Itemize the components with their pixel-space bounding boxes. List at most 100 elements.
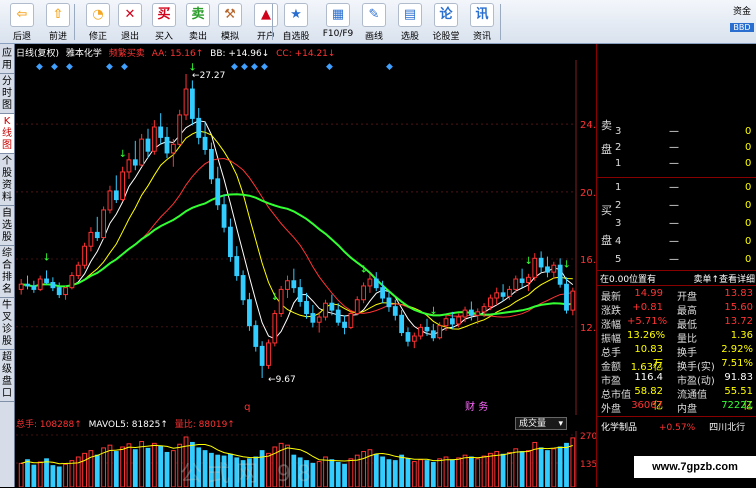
industry-row[interactable]: 化学制品 +0.57% 四川北行: [601, 420, 753, 433]
buy-signal-arrow: ↓: [524, 256, 532, 267]
toolbar-button-9[interactable]: ▦ F10/F9: [320, 2, 356, 42]
sidebar-tab-char: 叉: [2, 312, 12, 323]
candle-body: [354, 299, 360, 315]
detail-tab[interactable]: 卖单↑查看详细: [693, 272, 755, 285]
event-marker-q[interactable]: q: [244, 402, 250, 413]
sell-label: 卖盘: [601, 119, 612, 156]
volume-bar: [44, 458, 49, 487]
quote-label: 流通值: [677, 390, 707, 401]
sell-volume: 0: [745, 158, 752, 169]
toolbar-label-13: 资讯: [472, 32, 491, 42]
volume-bar: [323, 456, 328, 487]
account-button[interactable]: 资金 BBD: [730, 2, 754, 42]
sidebar-tab-5[interactable]: 综合排名: [0, 246, 14, 298]
candle-body: [202, 136, 208, 150]
candle-body: [411, 335, 417, 342]
toolbar-icon-11: ▤: [398, 3, 422, 27]
sell-level: 1: [615, 158, 622, 169]
toolbar-button-10[interactable]: ✎ 画线: [356, 2, 392, 42]
sidebar-tab-char: K: [3, 116, 11, 127]
sidebar-tab-char: 应: [2, 48, 12, 59]
quote-value: 72221: [721, 400, 753, 411]
toolbar-button-6[interactable]: ⚒ 模拟: [212, 2, 248, 42]
volume-bar: [373, 453, 379, 487]
sidebar-tab-char: 料: [2, 192, 12, 203]
quote-panel: 卖盘 3—0 2—0 1—0 买盘 1—0 2—0 3—0 4—0 5—0 在0.00位置有 卖单↑查…: [596, 44, 756, 487]
candle-body: [513, 278, 519, 290]
sidebar-tab-7[interactable]: 超级盘口: [0, 350, 14, 402]
volume-total: 总手: 108288↑: [16, 420, 82, 430]
volume-bar: [69, 460, 75, 487]
event-label-finance[interactable]: 财 务: [465, 400, 488, 413]
toolbar-button-13[interactable]: 讯资讯: [464, 2, 500, 42]
signal-marker: ◆: [121, 62, 128, 72]
candle-body: [475, 311, 481, 316]
sidebar-tab-4[interactable]: 自选股: [0, 206, 14, 246]
quote-label: 开盘: [677, 292, 697, 303]
toolbar-button-3[interactable]: ✕ 退出: [112, 2, 148, 42]
toolbar-label-11: 选股: [400, 32, 419, 42]
candle-body: [481, 306, 487, 313]
candle-body: [266, 342, 271, 366]
quote-value: 116.4: [634, 372, 663, 383]
sidebar-tab-char: 股: [2, 168, 12, 179]
sell-level: 2: [615, 142, 622, 153]
buy-signal-arrow: ↓: [562, 259, 570, 270]
candle-body: [183, 88, 189, 116]
sell-level: 3: [615, 126, 622, 137]
candle-body: [75, 264, 81, 277]
toolbar-button-5[interactable]: 卖卖出: [180, 2, 216, 42]
toolbar: ⇦ 后退 ⇧ 前进 ◔ 修正 ✕ 退出买买入卖卖出 ⚒ 模拟 ▲ 开户 ★ 自选股 ▦ F10/F9 ✎ 画线 ▤ 选…: [0, 0, 756, 44]
candle-body: [259, 345, 265, 366]
sidebar-tab-char: 排: [2, 272, 12, 283]
quote-value: 2.92%: [721, 344, 753, 355]
candle-body: [380, 287, 386, 299]
sidebar-tab-char: 综: [2, 248, 12, 259]
candle-body: [424, 326, 430, 332]
candle-body: [316, 316, 322, 323]
candle-body: [50, 281, 56, 289]
indicator-name[interactable]: 频繁买卖: [109, 49, 145, 59]
volume-bar: [481, 455, 487, 487]
volume-bar: [18, 462, 24, 487]
sidebar-tab-6[interactable]: 牛叉诊股: [0, 298, 14, 350]
toolbar-button-0[interactable]: ⇦ 后退: [4, 2, 40, 42]
volume-bar: [545, 450, 550, 487]
sidebar-tab-3[interactable]: 个股资料: [0, 154, 14, 206]
volume-bar: [386, 459, 392, 487]
toolbar-icon-0: ⇦: [10, 3, 34, 27]
toolbar-button-2[interactable]: ◔ 修正: [80, 2, 116, 42]
position-row: 在0.00位置有 卖单↑查看详细: [597, 270, 756, 286]
volume-ratio: 量比: 88019↑: [174, 420, 235, 430]
quote-row: 总手 10.83万 换手 2.92%: [601, 344, 753, 370]
candlestick-chart[interactable]: 24.3720.4416.5612.63◆◆◆◆◆◆◆◆◆◆◆↓↓↓↓↓↓↓↓←…: [16, 60, 596, 415]
quote-row: 总市值 58.82亿 流通值 55.51亿: [601, 386, 753, 412]
volume-bar: [50, 465, 56, 487]
sidebar-tab-char: 图: [2, 140, 12, 151]
volume-bar: [25, 459, 30, 487]
sell-volume: 0: [745, 126, 752, 137]
sidebar-tab-0[interactable]: 应用: [0, 46, 14, 74]
toolbar-button-12[interactable]: 论论股堂: [428, 2, 464, 42]
volume-bar: [113, 451, 119, 487]
volume-dropdown-label: 成交量: [519, 419, 547, 429]
volume-bar: [551, 448, 557, 487]
toolbar-icon-8: ★: [284, 3, 308, 27]
watermark: www.7gpzb.com: [634, 456, 756, 478]
volume-dropdown[interactable]: 成交量 ▾: [515, 417, 567, 430]
toolbar-button-8[interactable]: ★ 自选股: [278, 2, 314, 42]
candle-body: [126, 159, 132, 173]
toolbar-button-4[interactable]: 买买入: [146, 2, 182, 42]
volume-bar: [468, 456, 474, 487]
toolbar-button-1[interactable]: ⇧ 前进: [40, 2, 76, 42]
candle-body: [367, 278, 373, 287]
sidebar-tab-2[interactable]: K线图: [0, 114, 14, 154]
sidebar-tab-char: 股: [2, 336, 12, 347]
volume-bar: [170, 450, 176, 487]
period-label[interactable]: 日线(复权): [16, 49, 59, 59]
toolbar-button-11[interactable]: ▤ 选股: [392, 2, 428, 42]
sidebar-tab-char: 口: [2, 388, 12, 399]
volume-tick: 27092: [580, 432, 596, 442]
sidebar-tab-1[interactable]: 分时图: [0, 74, 14, 114]
toolbar-label-12: 论股堂: [432, 32, 460, 42]
